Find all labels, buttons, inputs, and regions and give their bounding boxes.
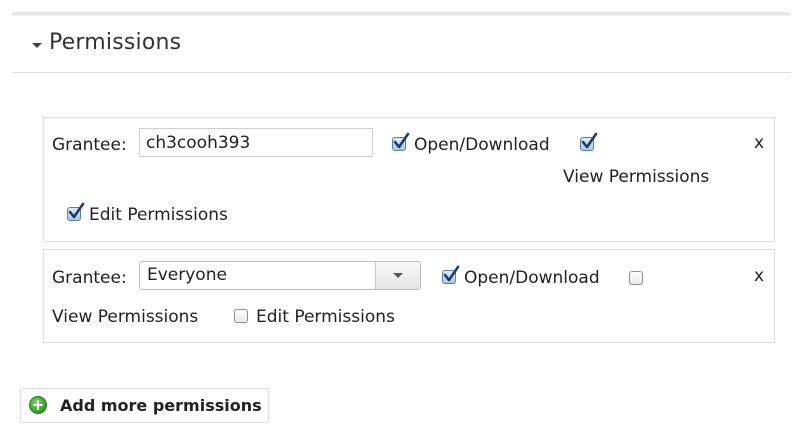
open-download-checkbox[interactable]	[392, 132, 410, 151]
edit-permissions-checkbox[interactable]	[234, 309, 248, 323]
open-download-label: Open/Download	[464, 268, 600, 288]
permission-row: Grantee: Open/Download View Permissions …	[43, 117, 775, 242]
add-circle-icon	[29, 396, 47, 414]
edit-permissions-label: Edit Permissions	[89, 205, 228, 225]
chevron-down-icon	[393, 273, 403, 278]
grantee-label: Grantee:	[52, 135, 127, 155]
permission-row: Grantee: Everyone Open/Download View Per…	[43, 249, 775, 343]
grantee-label: Grantee:	[52, 268, 127, 288]
dropdown-button[interactable]	[375, 262, 420, 289]
collapse-triangle-icon[interactable]	[32, 43, 42, 48]
checkmark-icon	[393, 132, 410, 149]
grantee-select-value: Everyone	[147, 265, 227, 285]
checkmark-icon	[443, 265, 460, 282]
remove-permission-button[interactable]: x	[754, 133, 764, 153]
checkmark-icon	[68, 202, 85, 219]
permissions-page: Permissions Grantee: Open/Download View …	[0, 0, 800, 429]
add-more-permissions-button[interactable]: Add more permissions	[20, 388, 269, 423]
checkmark-icon	[581, 132, 598, 149]
add-more-permissions-label: Add more permissions	[60, 396, 262, 415]
edit-permissions-label: Edit Permissions	[256, 307, 395, 327]
remove-permission-button[interactable]: x	[754, 266, 764, 286]
permissions-section-header[interactable]: Permissions	[12, 24, 791, 73]
top-divider	[12, 12, 791, 15]
view-permissions-label: View Permissions	[52, 307, 199, 327]
view-permissions-checkbox[interactable]	[580, 132, 598, 151]
open-download-checkbox[interactable]	[442, 265, 460, 284]
edit-permissions-checkbox[interactable]	[67, 202, 85, 221]
section-title: Permissions	[49, 30, 182, 55]
open-download-label: Open/Download	[414, 135, 550, 155]
view-permissions-checkbox[interactable]	[629, 271, 643, 285]
view-permissions-label: View Permissions	[563, 167, 710, 187]
grantee-input[interactable]	[139, 128, 373, 157]
grantee-select[interactable]: Everyone	[139, 261, 421, 290]
